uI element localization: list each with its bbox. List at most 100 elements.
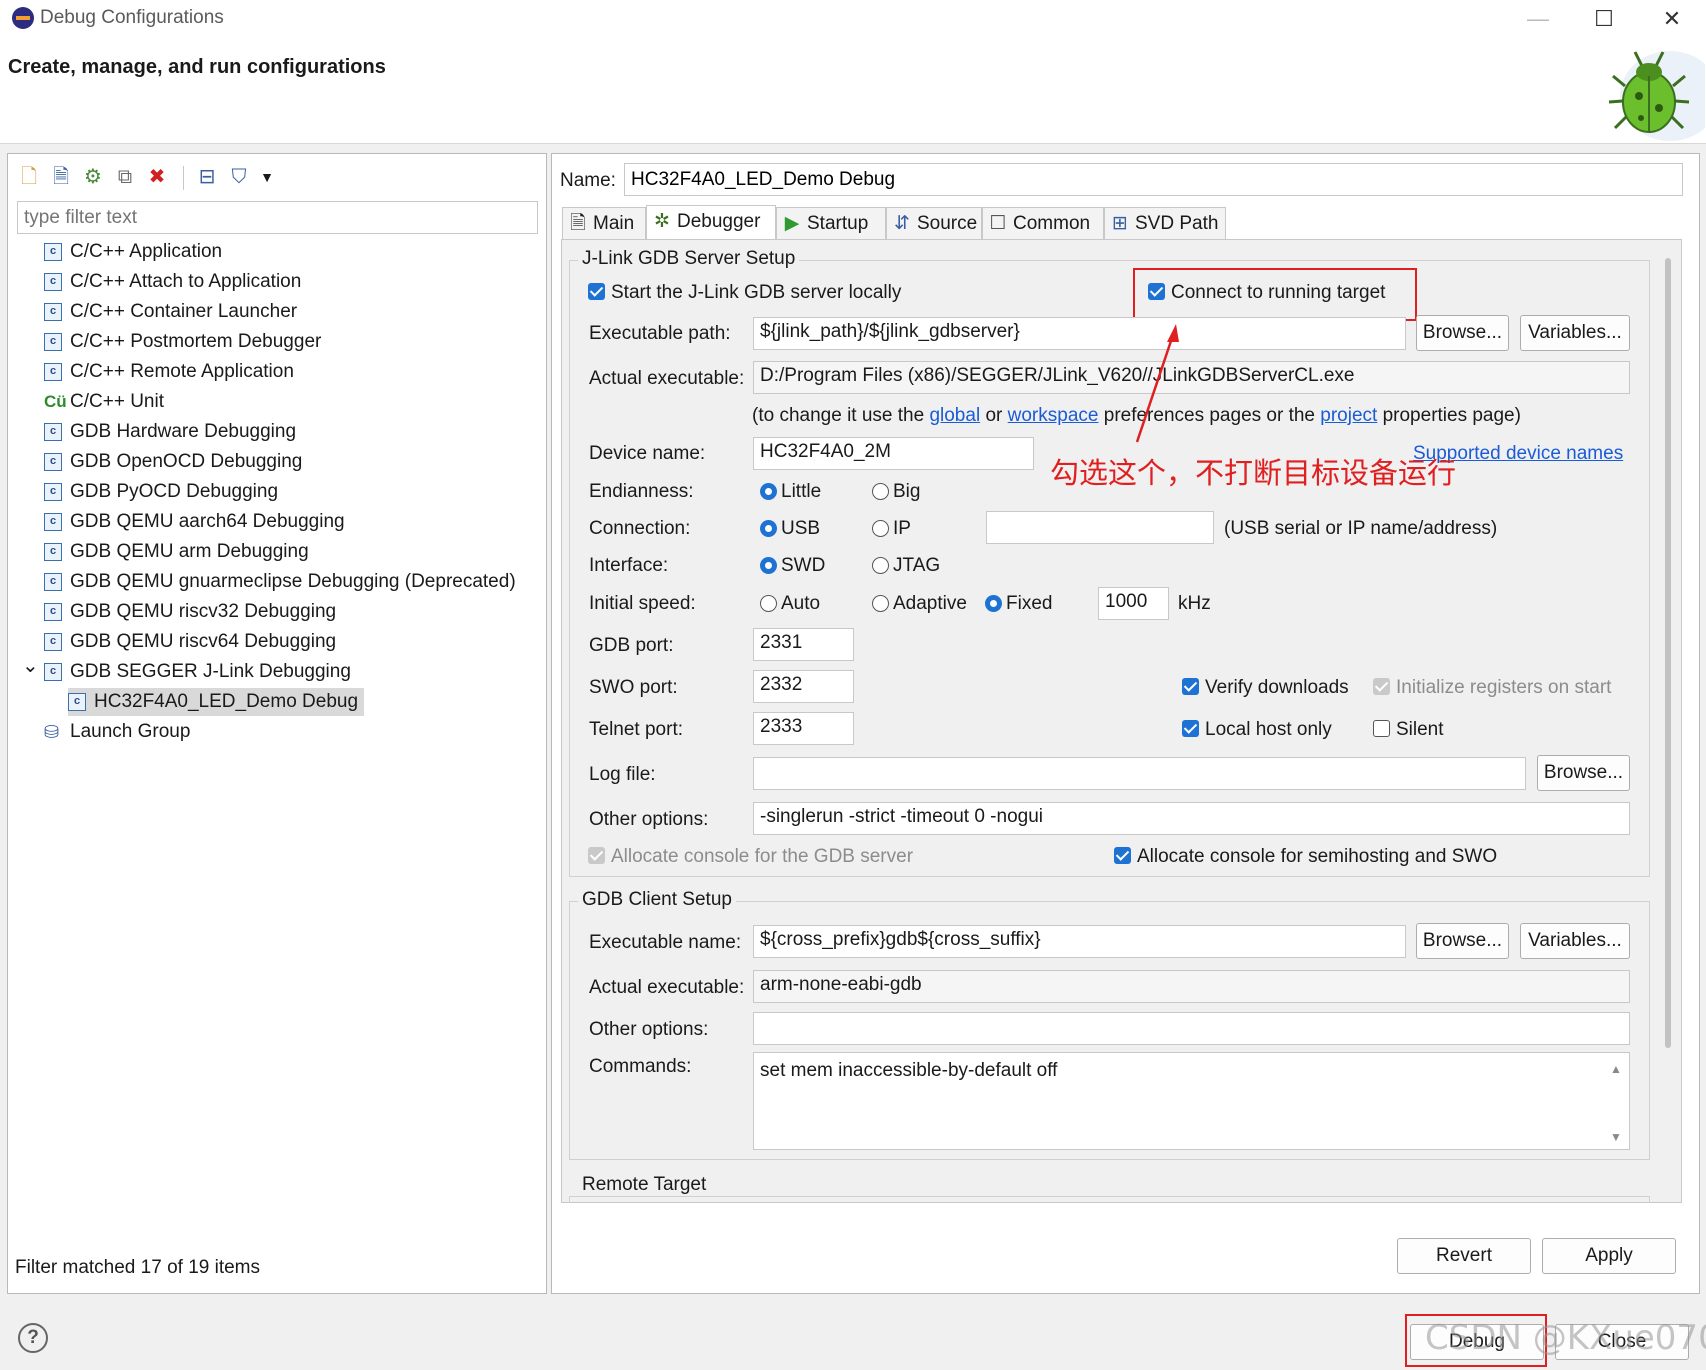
- collapse-all-icon[interactable]: ⊟: [194, 164, 220, 190]
- tab-debugger[interactable]: ✲ Debugger: [646, 205, 776, 239]
- tab-svd-path[interactable]: ⊞ SVD Path: [1104, 207, 1226, 239]
- server-other-options-input[interactable]: -singlerun -strict -timeout 0 -nogui: [753, 802, 1630, 835]
- tree-item[interactable]: c C/C++ Postmortem Debugger: [44, 328, 321, 356]
- tree-item[interactable]: Cü C/C++ Unit: [44, 388, 164, 416]
- browse-client-button[interactable]: Browse...: [1416, 923, 1509, 959]
- configuration-tree: c C/C++ Application c C/C++ Attach to Appli…: [8, 238, 546, 742]
- browse-log-button[interactable]: Browse...: [1537, 755, 1630, 791]
- log-file-input[interactable]: [753, 757, 1526, 790]
- connection-usb-radio[interactable]: USB: [760, 518, 820, 540]
- connection-ip-radio[interactable]: IP: [872, 518, 911, 540]
- client-other-options-input[interactable]: [753, 1012, 1630, 1045]
- workspace-link[interactable]: workspace: [1008, 405, 1099, 426]
- export-configuration-icon[interactable]: ⚙: [80, 164, 106, 190]
- duplicate-icon[interactable]: ⧉: [112, 164, 138, 190]
- minimize-button[interactable]: —: [1518, 4, 1558, 34]
- server-other-options-label: Other options:: [589, 809, 709, 830]
- tab-common[interactable]: ☐ Common: [982, 207, 1104, 239]
- close-window-button[interactable]: ✕: [1652, 4, 1692, 34]
- tree-item[interactable]: c GDB PyOCD Debugging: [44, 478, 278, 506]
- tab-source[interactable]: ⇵ Source: [886, 207, 982, 239]
- c-config-icon: c: [44, 332, 62, 351]
- browse-exec-button[interactable]: Browse...: [1416, 315, 1509, 351]
- interface-jtag-radio[interactable]: JTAG: [872, 555, 940, 577]
- filter-icon[interactable]: ⛉: [226, 164, 252, 190]
- c-config-icon: c: [44, 272, 62, 291]
- scroll-up-icon[interactable]: ▲: [1610, 1062, 1622, 1076]
- start-locally-checkbox[interactable]: Start the J-Link GDB server locally: [588, 282, 901, 304]
- radio-unselected-icon: [872, 595, 889, 612]
- filter-status: Filter matched 17 of 19 items: [15, 1257, 260, 1278]
- endianness-little-radio[interactable]: Little: [760, 481, 821, 503]
- tree-item[interactable]: c C/C++ Container Launcher: [44, 298, 297, 326]
- swo-port-input[interactable]: 2332: [753, 670, 854, 703]
- c-config-icon: c: [44, 632, 62, 651]
- variables-exec-button[interactable]: Variables...: [1520, 315, 1630, 351]
- gdb-port-input[interactable]: 2331: [753, 628, 854, 661]
- c-config-icon: c: [44, 512, 62, 531]
- init-registers-checkbox[interactable]: Initialize registers on start: [1373, 677, 1611, 699]
- apply-button[interactable]: Apply: [1542, 1238, 1676, 1274]
- connection-address-input[interactable]: [986, 511, 1214, 544]
- checkbox-checked-icon: [1148, 283, 1165, 300]
- tree-item-label: GDB PyOCD Debugging: [70, 481, 279, 502]
- tree-item-selected-config[interactable]: c HC32F4A0_LED_Demo Debug: [68, 688, 365, 716]
- commands-textarea[interactable]: set mem inaccessible-by-default off: [753, 1052, 1630, 1150]
- tree-item[interactable]: c C/C++ Remote Application: [44, 358, 294, 386]
- silent-checkbox[interactable]: Silent: [1373, 719, 1444, 741]
- delete-icon[interactable]: ✖: [144, 164, 170, 190]
- tree-item-label: GDB Hardware Debugging: [70, 421, 297, 442]
- commands-label: Commands:: [589, 1056, 692, 1077]
- tree-item-label: C/C++ Unit: [70, 391, 164, 413]
- maximize-button[interactable]: ☐: [1584, 4, 1624, 34]
- new-prototype-icon[interactable]: 🗎: [48, 164, 74, 190]
- radio-selected-icon: [985, 595, 1002, 612]
- client-exec-name-input[interactable]: ${cross_prefix}gdb${cross_suffix}: [753, 925, 1406, 958]
- tree-item[interactable]: c GDB OpenOCD Debugging: [44, 448, 302, 476]
- revert-button[interactable]: Revert: [1397, 1238, 1531, 1274]
- radio-unselected-icon: [760, 595, 777, 612]
- speed-auto-radio[interactable]: Auto: [760, 593, 820, 615]
- new-configuration-icon[interactable]: 🗋: [16, 164, 42, 190]
- actual-exec-label: Actual executable:: [589, 368, 745, 389]
- config-name-input[interactable]: [624, 163, 1683, 196]
- connection-label: Connection:: [589, 518, 691, 539]
- project-link[interactable]: project: [1320, 405, 1377, 426]
- connect-running-checkbox[interactable]: Connect to running target: [1148, 282, 1385, 304]
- verify-downloads-checkbox[interactable]: Verify downloads: [1182, 677, 1349, 699]
- tree-item[interactable]: c C/C++ Attach to Application: [44, 268, 301, 296]
- device-name-input[interactable]: HC32F4A0_2M: [753, 437, 1034, 470]
- help-icon[interactable]: ?: [18, 1323, 48, 1353]
- local-host-only-checkbox[interactable]: Local host only: [1182, 719, 1332, 741]
- tab-startup[interactable]: ▶ Startup: [776, 207, 886, 239]
- view-menu-chevron-down-icon[interactable]: ▼: [254, 164, 280, 190]
- tree-item[interactable]: c GDB QEMU aarch64 Debugging: [44, 508, 345, 536]
- tree-item[interactable]: c GDB QEMU riscv64 Debugging: [44, 628, 336, 656]
- alloc-gdb-console-checkbox[interactable]: Allocate console for the GDB server: [588, 846, 913, 868]
- endianness-big-radio[interactable]: Big: [872, 481, 920, 503]
- exec-path-input[interactable]: ${jlink_path}/${jlink_gdbserver}: [753, 317, 1406, 350]
- tree-item[interactable]: c GDB QEMU gnuarmeclipse Debugging (Depre…: [44, 568, 516, 596]
- scroll-down-icon[interactable]: ▼: [1610, 1130, 1622, 1144]
- speed-fixed-radio[interactable]: Fixed: [985, 593, 1052, 615]
- watermark-text: CSDN @KXue0703: [1425, 1318, 1706, 1358]
- tree-item[interactable]: ⌄ c GDB SEGGER J-Link Debugging: [22, 655, 351, 686]
- tab-main[interactable]: 🗎 Main: [562, 207, 646, 239]
- tree-item[interactable]: c C/C++ Application: [44, 238, 222, 266]
- tree-item[interactable]: c GDB QEMU arm Debugging: [44, 538, 309, 566]
- interface-swd-radio[interactable]: SWD: [760, 555, 825, 577]
- alloc-semihost-console-checkbox[interactable]: Allocate console for semihosting and SWO: [1114, 846, 1497, 868]
- telnet-port-input[interactable]: 2333: [753, 712, 854, 745]
- speed-adaptive-radio[interactable]: Adaptive: [872, 593, 967, 615]
- toolbar-separator: [183, 166, 184, 190]
- chevron-down-icon[interactable]: ⌄: [22, 652, 39, 680]
- speed-value-input[interactable]: 1000: [1098, 587, 1169, 620]
- tree-item[interactable]: ⛁ Launch Group: [44, 718, 190, 746]
- tree-item[interactable]: c GDB QEMU riscv32 Debugging: [44, 598, 336, 626]
- filter-input[interactable]: [17, 201, 538, 234]
- vertical-scrollbar[interactable]: [1665, 258, 1671, 1048]
- variables-client-button[interactable]: Variables...: [1520, 923, 1630, 959]
- tree-item-label: C/C++ Attach to Application: [70, 271, 302, 292]
- tree-item[interactable]: c GDB Hardware Debugging: [44, 418, 296, 446]
- global-link[interactable]: global: [929, 405, 980, 426]
